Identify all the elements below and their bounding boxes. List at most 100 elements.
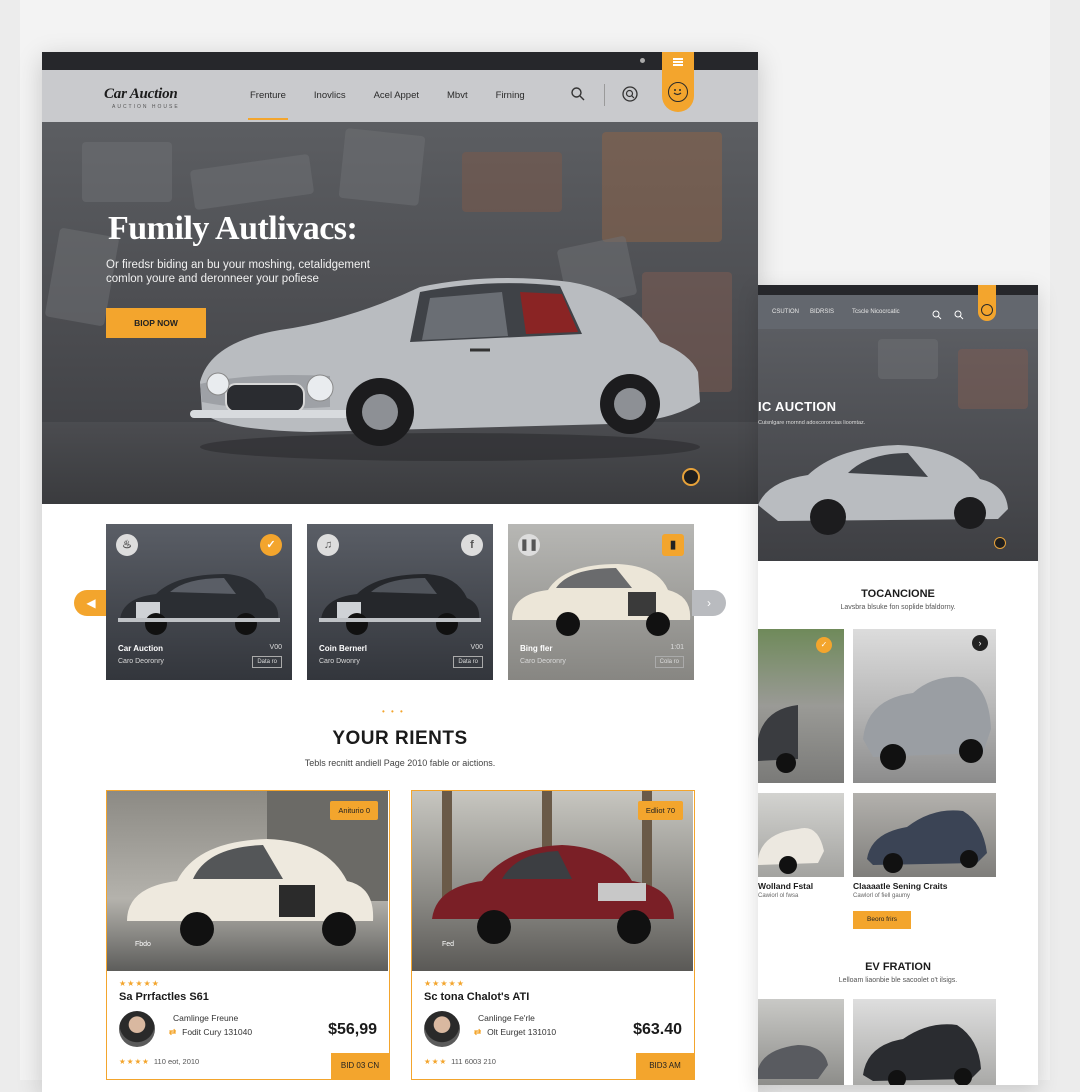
secondary-nav-link[interactable]: BIDRSIS bbox=[810, 309, 834, 315]
car-image bbox=[118, 574, 280, 635]
listing-button[interactable]: Beoro frirs bbox=[853, 911, 911, 929]
secondary-hero: IC AUCTION Cuisnlgare rnornnd adoxcoronc… bbox=[758, 329, 1038, 561]
top-strip bbox=[42, 52, 758, 70]
hero-banner: Fumily Autlivacs: Or firedsr biding an b… bbox=[42, 122, 758, 504]
auction-thumb[interactable]: ♫ f Coin Bernerl Caro Dwonry V00 Data ro bbox=[307, 524, 493, 680]
thumb-title: Coin Bernerl bbox=[319, 644, 368, 653]
bell-icon: ◀ bbox=[86, 596, 96, 610]
avatar bbox=[424, 1011, 460, 1047]
bid-button[interactable]: BID3 AM bbox=[636, 1053, 694, 1079]
account-tab[interactable] bbox=[978, 285, 996, 321]
theme-toggle[interactable] bbox=[994, 537, 1006, 549]
card-detail: ⇄ Fodit Cury 131040 bbox=[169, 1027, 252, 1038]
thumb-button[interactable]: Data ro bbox=[453, 656, 483, 668]
music-icon[interactable]: ♫ bbox=[317, 534, 339, 556]
chevron-right-icon: › bbox=[707, 596, 711, 610]
thumb-title: Bing fler bbox=[520, 644, 553, 653]
secondary-page: CSUTION BIDRSIS Tcscle Nicocrcatic IC AU… bbox=[758, 285, 1038, 1085]
card-plate: Fbdo bbox=[135, 941, 151, 948]
bell-icon[interactable]: ♨ bbox=[116, 534, 138, 556]
auction-card[interactable]: Aniturio 0 Fbdo ★★★★★ Sa Prrfactles S61 … bbox=[106, 790, 390, 1080]
bg-tile bbox=[958, 349, 1028, 409]
menu-icon-line bbox=[673, 64, 683, 66]
card-footer: ★★★★ 110 eot, 2010 bbox=[119, 1057, 199, 1066]
smiley-icon bbox=[981, 304, 993, 316]
thumb-button[interactable]: Cola ro bbox=[654, 656, 684, 668]
carousel-prev-button[interactable]: ◀ bbox=[74, 590, 108, 616]
listing-image[interactable] bbox=[853, 793, 996, 877]
bg-tile bbox=[82, 142, 172, 202]
card-image: Edliot 70 Fed bbox=[412, 791, 693, 971]
section-subtitle: Tebls recnitt andiell Page 2010 fable or… bbox=[304, 758, 496, 768]
section-title: YOUR RIENTS bbox=[332, 728, 468, 749]
secondary-hero-title: IC AUCTION bbox=[758, 399, 837, 414]
account-tab[interactable] bbox=[662, 52, 694, 112]
card-tag: Aniturio 0 bbox=[330, 801, 378, 820]
listing-image[interactable] bbox=[758, 793, 844, 877]
bg-tile bbox=[878, 339, 938, 379]
search-icon[interactable] bbox=[932, 307, 942, 320]
main-page: Car Auction AUCTION HOUSE Frenture Inovl… bbox=[42, 52, 758, 1092]
listing-image[interactable] bbox=[758, 999, 844, 1085]
secondary-section-subtitle: Lavsbra blsuke fon soplide bfaldorny. bbox=[840, 604, 956, 611]
logo-tagline: AUCTION HOUSE bbox=[112, 104, 180, 110]
footer-rating: ★★★★ bbox=[119, 1057, 150, 1066]
card-detail: ⇄ Olt Eurget 131010 bbox=[474, 1027, 556, 1038]
nav-link-acel-appet[interactable]: Acel Appet bbox=[374, 90, 419, 101]
navbar: Car Auction AUCTION HOUSE Frenture Inovl… bbox=[42, 52, 758, 122]
card-tag: Edliot 70 bbox=[637, 801, 683, 820]
search-icon[interactable] bbox=[570, 86, 586, 102]
nav-divider bbox=[604, 84, 605, 106]
thumb-value: 1:01 bbox=[670, 644, 684, 651]
hero-title: Fumily Autlivacs: bbox=[108, 210, 358, 247]
thumb-value: V00 bbox=[269, 644, 282, 651]
car-image bbox=[319, 574, 481, 635]
card-detail-text: Fodit Cury 131040 bbox=[182, 1027, 253, 1037]
secondary-nav-link[interactable]: CSUTION bbox=[772, 309, 799, 315]
thumb-value: V00 bbox=[470, 644, 483, 651]
card-plate: Fed bbox=[442, 941, 455, 948]
secondary-nav-link[interactable]: Tcscle Nicocrcatic bbox=[852, 309, 900, 315]
logo[interactable]: Car Auction bbox=[104, 86, 178, 103]
hero-car-image bbox=[190, 278, 700, 461]
menu-icon bbox=[673, 58, 683, 60]
listing-image[interactable]: ✓ bbox=[758, 629, 844, 783]
nav-link-inovlics[interactable]: Inovlics bbox=[314, 90, 346, 101]
chevron-right-icon[interactable]: › bbox=[972, 635, 988, 651]
secondary-section-title: EV FRATION bbox=[865, 961, 931, 973]
listing-image[interactable]: › bbox=[853, 629, 996, 783]
bg-tile bbox=[602, 132, 722, 242]
facebook-icon[interactable]: f bbox=[461, 534, 483, 556]
listing-sub: Cawiorl ol fwsa bbox=[758, 893, 799, 899]
twitter-icon[interactable]: ✓ bbox=[260, 534, 282, 556]
arrow-icon: ⇄ bbox=[474, 1027, 482, 1037]
smiley-icon bbox=[668, 82, 688, 102]
secondary-navbar: CSUTION BIDRSIS Tcscle Nicocrcatic bbox=[758, 285, 1038, 329]
card-title: Sc tona Chalot's ATI bbox=[424, 991, 530, 1003]
nav-link-mbvt[interactable]: Mbvt bbox=[447, 90, 468, 101]
card-price: $63.40 bbox=[633, 1021, 682, 1038]
nav-link-frenture[interactable]: Frenture bbox=[248, 90, 288, 120]
auction-card[interactable]: Edliot 70 Fed ★★★★★ Sc tona Chalot's ATI… bbox=[411, 790, 695, 1080]
bg-tile bbox=[338, 128, 426, 206]
bid-button[interactable]: BID 03 CN bbox=[331, 1053, 389, 1079]
auction-thumb[interactable]: ♨ ✓ Car Auction Caro Deoronry V00 Data r… bbox=[106, 524, 292, 680]
card-price: $56,99 bbox=[328, 1021, 377, 1038]
thumb-subtitle: Caro Deoronry bbox=[520, 658, 566, 665]
auction-thumb[interactable]: ❚❚ ▮ Bing fler Caro Deoronry 1:01 Cola r… bbox=[508, 524, 694, 680]
search-circle-icon[interactable] bbox=[622, 86, 638, 102]
nav-link-firning[interactable]: Firning bbox=[496, 90, 525, 101]
listing-image[interactable] bbox=[853, 999, 996, 1085]
thumb-subtitle: Caro Dwonry bbox=[319, 658, 360, 665]
footer-text: 111 6003 210 bbox=[451, 1057, 496, 1066]
twitter-icon[interactable]: ✓ bbox=[816, 637, 832, 653]
card-rating: ★★★★★ bbox=[424, 979, 465, 988]
car-image bbox=[512, 564, 691, 636]
listing-sub: Cawlorl of fiell gaumy bbox=[853, 893, 911, 899]
card-title: Sa Prrfactles S61 bbox=[119, 991, 209, 1003]
carousel-next-button[interactable]: › bbox=[692, 590, 726, 616]
search-icon[interactable] bbox=[954, 307, 964, 320]
thumb-button[interactable]: Data ro bbox=[252, 656, 282, 668]
footer-text: 110 eot, 2010 bbox=[153, 1057, 200, 1066]
theme-toggle[interactable] bbox=[682, 468, 700, 486]
